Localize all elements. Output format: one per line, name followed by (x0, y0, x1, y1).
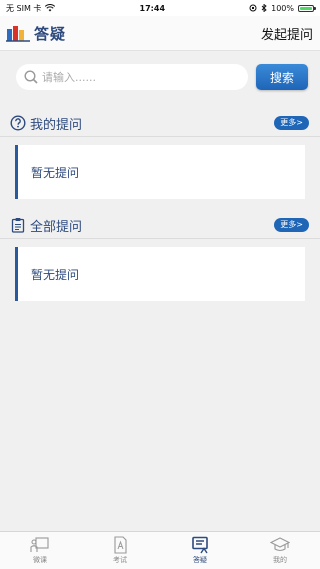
search-field[interactable] (16, 64, 248, 90)
lecture-icon (30, 537, 49, 552)
section-header-all-questions: 全部提问 更多> (0, 212, 320, 239)
status-bar: 无 SIM 卡 17:44 100% (0, 0, 320, 16)
nav-bar: 答疑 发起提问 (0, 16, 320, 51)
more-button[interactable]: 更多> (274, 116, 309, 130)
empty-state-card: 暂无提问 (15, 145, 305, 199)
tab-mine[interactable]: 我的 (240, 532, 320, 569)
tab-label: 微课 (33, 556, 47, 564)
question-circle-icon (10, 115, 26, 131)
orientation-lock-icon (249, 4, 257, 12)
clipboard-icon (11, 218, 25, 233)
all-questions-section: 全部提问 更多> 暂无提问 (0, 212, 320, 301)
tab-exam[interactable]: 考试 (80, 532, 160, 569)
search-row: 搜索 (0, 51, 320, 90)
ask-question-button[interactable]: 发起提问 (261, 24, 313, 43)
search-button[interactable]: 搜索 (256, 64, 308, 90)
empty-state-text: 暂无提问 (31, 165, 80, 180)
section-title: 我的提问 (30, 117, 83, 133)
carrier-label: 无 SIM 卡 (6, 3, 42, 13)
empty-state-card: 暂无提问 (15, 247, 305, 301)
empty-state-text: 暂无提问 (31, 267, 80, 282)
qa-icon (192, 536, 208, 554)
search-icon (24, 70, 38, 84)
battery-percent: 100% (271, 3, 294, 13)
battery-icon (298, 4, 316, 12)
graduation-cap-icon (270, 537, 290, 552)
section-title: 全部提问 (30, 219, 83, 235)
tab-bar: 微课 考试 答疑 我的 (0, 531, 320, 569)
wifi-icon (45, 4, 56, 12)
tab-qa[interactable]: 答疑 (160, 532, 240, 569)
page-title: 答疑 (34, 24, 67, 43)
exam-icon (114, 536, 127, 554)
more-button[interactable]: 更多> (274, 218, 309, 232)
clock: 17:44 (139, 3, 166, 13)
search-input[interactable] (38, 70, 240, 84)
app-logo-icon (6, 26, 30, 42)
tab-label: 我的 (273, 556, 287, 564)
section-header-my-questions: 我的提问 更多> (0, 110, 320, 137)
tab-label: 答疑 (193, 556, 207, 564)
tab-lectures[interactable]: 微课 (0, 532, 80, 569)
bluetooth-icon (261, 4, 267, 12)
my-questions-section: 我的提问 更多> 暂无提问 (0, 110, 320, 199)
tab-label: 考试 (113, 556, 127, 564)
